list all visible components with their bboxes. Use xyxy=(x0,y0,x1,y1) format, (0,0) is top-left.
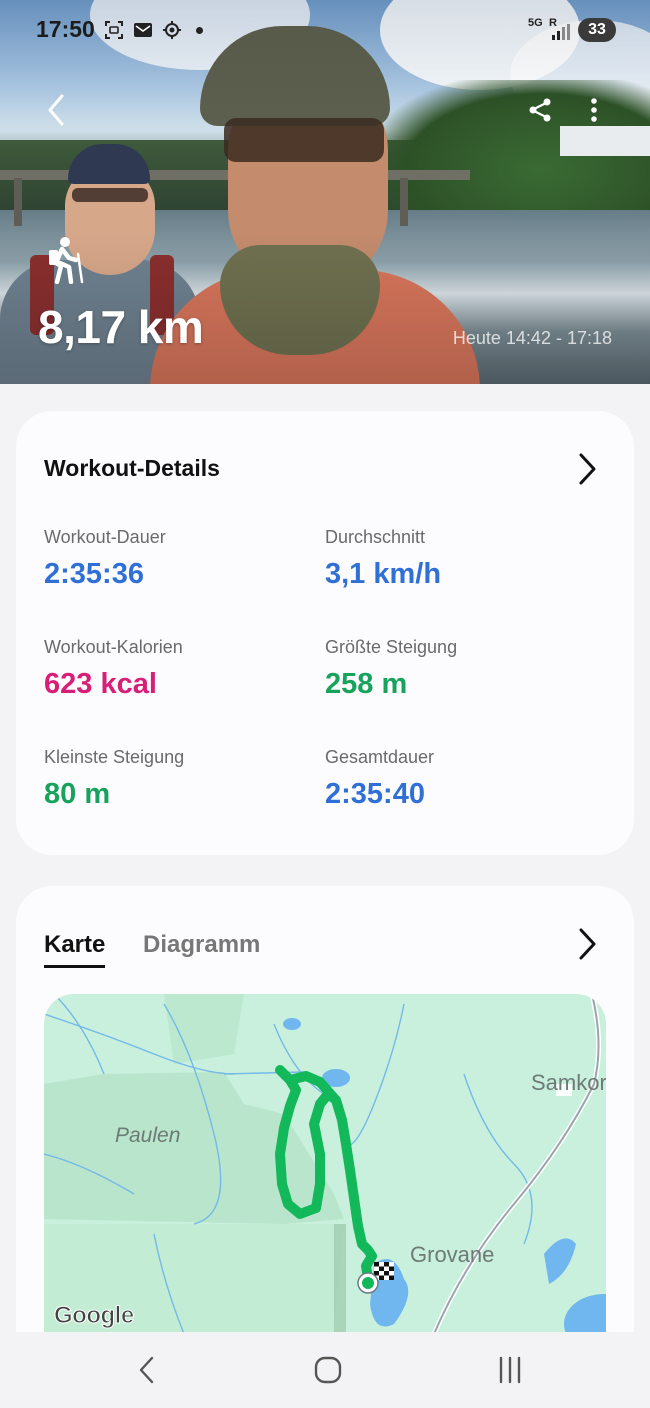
stat-average-speed: Durchschnitt 3,1 km/h xyxy=(325,527,585,591)
more-icon xyxy=(591,98,597,122)
stat-total-duration: Gesamtdauer 2:35:40 xyxy=(325,747,585,811)
battery-indicator: 33 xyxy=(578,18,616,42)
status-bar: 17:50 5G R 33 xyxy=(0,0,650,60)
workout-details-card[interactable]: Workout-Details Workout-Dauer 2:35:36 Du… xyxy=(16,411,634,855)
stat-label: Workout-Kalorien xyxy=(44,637,183,657)
stat-value: 2:35:36 xyxy=(44,558,144,590)
map-label-grovane: Grovane xyxy=(410,1242,495,1267)
back-icon xyxy=(48,94,64,126)
tab-chart[interactable]: Diagramm xyxy=(143,931,260,959)
stat-value: 2:35:40 xyxy=(325,778,425,810)
nav-back-icon[interactable] xyxy=(128,1352,168,1388)
workout-time-range: Heute 14:42 - 17:18 xyxy=(452,328,612,348)
map-label-paulen: Paulen xyxy=(115,1124,181,1147)
stat-label: Workout-Dauer xyxy=(44,527,166,547)
back-button[interactable] xyxy=(36,90,76,130)
map-card: Karte Diagramm Paulen Grovane Samkor Goo… xyxy=(16,886,634,1406)
status-time: 17:50 xyxy=(36,16,95,42)
stat-value: 623 kcal xyxy=(44,668,157,700)
tab-map[interactable]: Karte xyxy=(44,931,106,968)
system-nav-bar xyxy=(0,1332,650,1408)
stat-label: Durchschnitt xyxy=(325,527,426,547)
mail-icon xyxy=(134,23,152,37)
network-label: 5G xyxy=(528,17,543,29)
share-icon xyxy=(529,98,551,122)
google-attribution: Google xyxy=(54,1302,135,1330)
map-canvas xyxy=(44,994,606,1334)
stat-min-elevation: Kleinste Steigung 80 m xyxy=(44,747,304,811)
hiking-icon xyxy=(49,237,84,284)
chevron-right-icon[interactable] xyxy=(572,926,602,962)
signal-icon xyxy=(552,24,570,40)
stat-value: 80 m xyxy=(44,778,111,810)
stat-value: 3,1 km/h xyxy=(325,558,442,590)
stat-workout-duration: Workout-Dauer 2:35:36 xyxy=(44,527,304,591)
stat-calories: Workout-Kalorien 623 kcal xyxy=(44,637,304,701)
location-icon xyxy=(163,21,181,39)
nav-recents-icon[interactable] xyxy=(490,1352,530,1388)
chevron-right-icon[interactable] xyxy=(572,451,602,487)
screenshot-icon xyxy=(105,21,123,39)
more-options-button[interactable] xyxy=(574,90,614,130)
share-button[interactable] xyxy=(520,90,560,130)
notification-dot xyxy=(196,27,203,34)
nav-home-icon[interactable] xyxy=(308,1352,348,1388)
map-label-samkor: Samkor xyxy=(531,1070,606,1095)
stat-label: Größte Steigung xyxy=(325,637,458,657)
stat-label: Gesamtdauer xyxy=(325,747,435,767)
stat-label: Kleinste Steigung xyxy=(44,747,185,767)
distance-value: 8,17 km xyxy=(38,301,204,353)
stat-value: 258 m xyxy=(325,668,408,700)
route-map[interactable]: Paulen Grovane Samkor Google xyxy=(44,994,606,1334)
card-title: Workout-Details xyxy=(44,455,220,481)
stat-max-elevation: Größte Steigung 258 m xyxy=(325,637,585,701)
